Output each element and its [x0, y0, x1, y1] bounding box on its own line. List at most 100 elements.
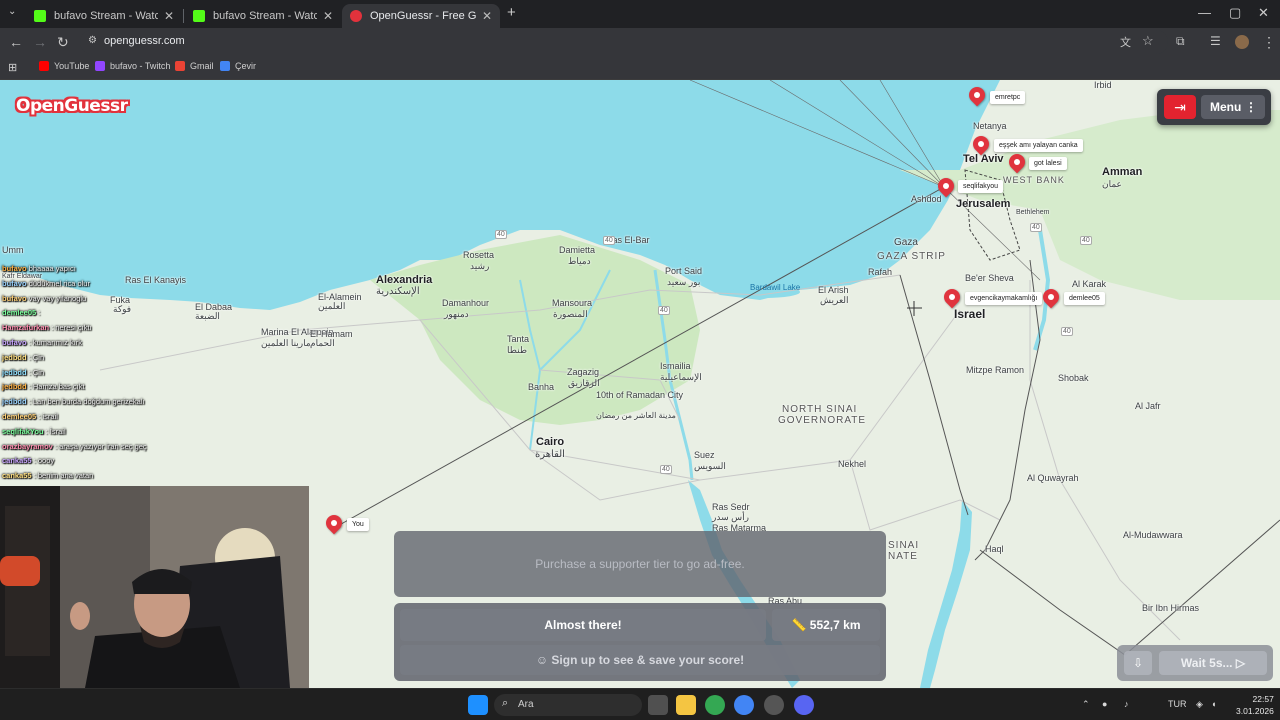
steam-icon[interactable]: [764, 695, 784, 715]
chat-message: orazbayramov : araşa yazıyor iran seç ge…: [2, 442, 147, 451]
city-label: الحمام: [310, 338, 335, 348]
city-label: Port Said: [665, 266, 703, 276]
bookmark-youtube[interactable]: YouTube: [39, 61, 89, 71]
guess-pin[interactable]: [1043, 289, 1059, 311]
tab-bufavo-2[interactable]: bufavo Stream - Watch Live on ✕: [185, 4, 341, 28]
guess-pin[interactable]: [1009, 154, 1025, 176]
bookmark-twitch[interactable]: bufavo - Twitch: [95, 61, 170, 71]
exit-button[interactable]: ⇥: [1164, 95, 1196, 119]
extensions-icon[interactable]: ⧉: [1176, 34, 1185, 49]
road-number: 40: [1061, 327, 1073, 336]
language-indicator[interactable]: TUR: [1168, 699, 1187, 709]
mic-tray-icon[interactable]: ♪: [1124, 699, 1129, 709]
task-view-icon[interactable]: [648, 695, 668, 715]
tab-openguessr[interactable]: OpenGuessr - Free GeoGue ✕: [342, 4, 500, 28]
chat-text: vay vay yılanoglu: [28, 293, 87, 303]
tab-divider: [183, 9, 184, 23]
site-info-icon[interactable]: ⚙: [88, 35, 97, 46]
chrome-icon[interactable]: [705, 695, 725, 715]
browser-menu-icon[interactable]: ⋮: [1262, 34, 1276, 51]
volume-icon[interactable]: ◖: [1211, 699, 1216, 709]
tray-overflow-icon[interactable]: ⌃: [1082, 699, 1090, 710]
menu-label: Menu: [1210, 100, 1242, 114]
city-label: Shobak: [1058, 373, 1089, 383]
bookmark-translate[interactable]: Çevir: [220, 61, 256, 71]
road-number: 40: [1080, 236, 1092, 245]
close-tab-icon[interactable]: ✕: [323, 9, 333, 23]
city-label: Umm: [2, 245, 24, 255]
wait-next-button[interactable]: Wait 5s... ▷: [1159, 651, 1267, 675]
file-explorer-icon[interactable]: [676, 695, 696, 715]
clock-date: 3.01.2026: [1236, 706, 1274, 716]
city-label: دمياط: [568, 256, 591, 266]
back-icon[interactable]: ←: [9, 34, 23, 50]
city-label: الإسماعيلية: [660, 372, 702, 382]
new-tab-icon[interactable]: +: [507, 4, 516, 21]
tab-strip: ⌄ bufavo Stream - Watch Live on ✕ bufavo…: [0, 0, 1280, 28]
forward-icon[interactable]: →: [33, 34, 47, 50]
tab-bufavo-1[interactable]: bufavo Stream - Watch Live on ✕: [26, 4, 182, 28]
openguessr-logo[interactable]: OpenGuessr: [16, 96, 128, 116]
chat-message: Hamzafurkan : neresi çıktı: [2, 323, 92, 332]
gmail-icon: [175, 61, 185, 71]
city-label: Mansoura: [552, 298, 593, 308]
ad-free-banner[interactable]: Purchase a supporter tier to go ad-free.: [394, 531, 886, 597]
signup-button[interactable]: ☺ Sign up to see & save your score!: [400, 645, 880, 675]
address-bar[interactable]: ⚙ openguessr.com 文 ☆: [80, 30, 1168, 54]
city-label: المنصورة: [553, 309, 588, 319]
chat-text: bhaaaa yapıcı: [28, 264, 76, 273]
windows-start-icon[interactable]: [468, 695, 488, 715]
chat-username: Hamzafurkan: [2, 323, 50, 333]
reading-list-icon[interactable]: ☰: [1210, 34, 1221, 48]
menu-bar: ⇥ Menu ⋮: [1157, 89, 1271, 125]
crosshair-cursor: [907, 301, 922, 316]
reload-icon[interactable]: ↻: [57, 34, 69, 51]
tab-search-icon[interactable]: ⌄: [8, 6, 16, 17]
wifi-icon[interactable]: ◈: [1196, 699, 1203, 710]
city-label: مارينا العلمين: [261, 338, 311, 348]
chat-message: jedbdd : Hamza bas çıkt: [2, 382, 85, 391]
guess-pin[interactable]: [938, 178, 954, 200]
bookmark-star-icon[interactable]: ☆: [1142, 33, 1154, 49]
your-guess-pin[interactable]: [326, 515, 342, 537]
system-clock[interactable]: 22:57 3.01.2026: [1236, 693, 1274, 717]
chat-username: demlee05: [2, 412, 37, 421]
region-label: SINAI: [888, 540, 920, 551]
pin-label: You: [347, 518, 369, 531]
chat-text: : Hamza bas çıkt: [28, 382, 85, 392]
translate-icon[interactable]: 文: [1120, 34, 1131, 50]
bookmark-gmail[interactable]: Gmail: [175, 61, 214, 71]
chat-text: : benim ana vatan: [33, 471, 94, 481]
close-tab-icon[interactable]: ✕: [164, 9, 174, 23]
city-label: Rosetta: [463, 250, 495, 260]
taskbar-search[interactable]: ⌕ Ara: [494, 694, 642, 716]
city-label: Nekhel: [838, 459, 867, 469]
minimize-icon[interactable]: —: [1198, 5, 1211, 20]
tab-title: OpenGuessr - Free GeoGue: [370, 10, 476, 22]
chat-username: jedbdd: [2, 367, 27, 377]
discord-icon[interactable]: [794, 695, 814, 715]
profile-avatar[interactable]: [1235, 35, 1249, 49]
tab-title: bufavo Stream - Watch Live on: [213, 10, 317, 22]
city-label: Zagazig: [567, 367, 600, 377]
city-label: Bir Ibn Hirmas: [1142, 603, 1200, 613]
chat-text: : kumarımız kırk: [28, 338, 83, 347]
city-label: Alexandria: [376, 274, 433, 286]
guess-pin[interactable]: [969, 87, 985, 109]
guess-pin[interactable]: [944, 289, 960, 311]
network-tray-icon[interactable]: ●: [1102, 699, 1107, 709]
guess-pin[interactable]: [973, 136, 989, 158]
chrome-active-icon[interactable]: [734, 695, 754, 715]
kick-icon: [193, 10, 205, 22]
webcam-image: [0, 486, 309, 688]
menu-button[interactable]: Menu ⋮: [1201, 95, 1265, 119]
restore-icon[interactable]: ▢: [1229, 5, 1241, 21]
apps-grid-icon[interactable]: ⊞: [8, 61, 17, 74]
tab-title: bufavo Stream - Watch Live on: [54, 10, 158, 22]
download-button[interactable]: ⇩: [1124, 651, 1152, 675]
road-number: 40: [658, 306, 670, 315]
close-window-icon[interactable]: ✕: [1258, 5, 1269, 21]
close-tab-icon[interactable]: ✕: [482, 9, 492, 23]
stream-chat-overlay: bufavo bhaaaa yapıcı bufavo düdükmel rica…: [0, 262, 240, 486]
chat-username: orazbayramov: [2, 441, 53, 451]
